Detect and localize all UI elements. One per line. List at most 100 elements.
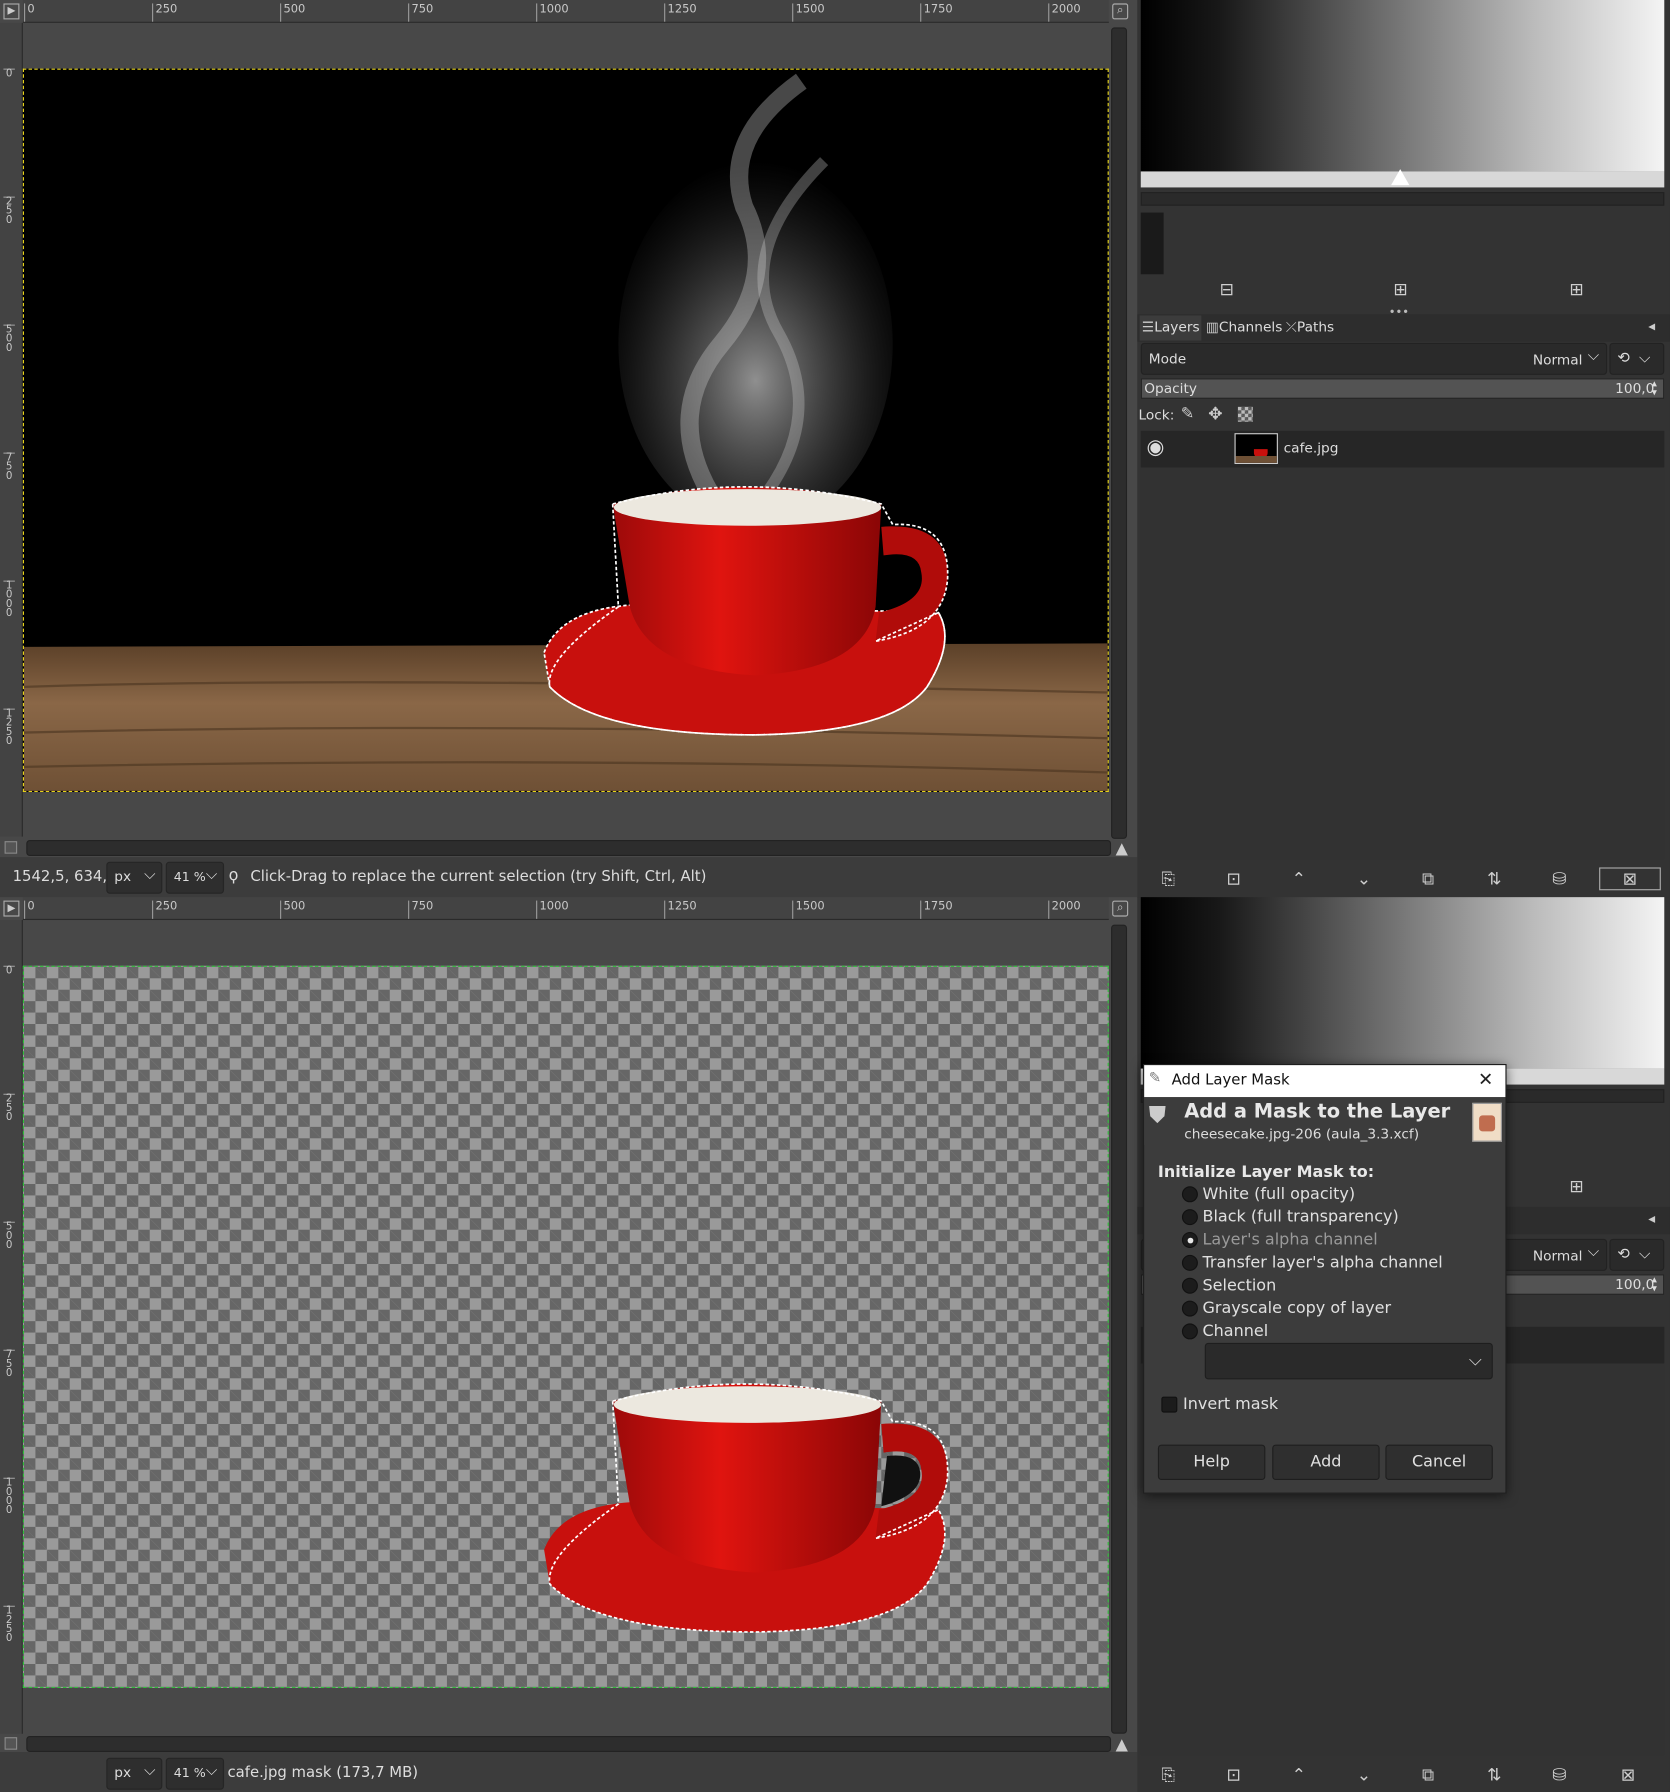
reset-mode-button[interactable]: ⟲ ⌵: [1609, 1238, 1665, 1271]
tab-menu-icon[interactable]: ◂: [1648, 1210, 1655, 1226]
add-layer-mask-dialog: ✎ Add Layer Mask ✕ ⛊ Add a Mask to the L…: [1143, 1064, 1507, 1494]
tab-layers[interactable]: ☰Layers: [1139, 315, 1202, 341]
lower-layer-icon[interactable]: ⌄: [1357, 869, 1371, 890]
horizontal-scrollbar[interactable]: [26, 1736, 1112, 1753]
ruler-label: 750: [408, 900, 433, 919]
zoom-fit-icon[interactable]: ⊞: [1569, 279, 1583, 300]
close-icon[interactable]: ✕: [1478, 1069, 1493, 1091]
image-canvas[interactable]: [22, 68, 1109, 793]
gradient-range-bar[interactable]: [1140, 192, 1665, 206]
tab-channels[interactable]: ▥Channels: [1204, 315, 1282, 340]
layer-row[interactable]: ◉ cafe.jpg: [1140, 430, 1665, 468]
mode-selector[interactable]: Mode Normal ⌵: [1140, 342, 1608, 375]
zoom-selector[interactable]: 41 % ⌵: [165, 861, 225, 894]
lock-row: Lock: ✎ ✥: [1137, 403, 1670, 428]
merge-layer-icon[interactable]: ⇅: [1487, 869, 1501, 890]
radio-black[interactable]: [1181, 1209, 1198, 1226]
raise-layer-icon[interactable]: ⌃: [1292, 869, 1306, 890]
unit-selector[interactable]: px ⌵: [106, 861, 163, 894]
add-button[interactable]: Add: [1272, 1444, 1380, 1481]
bottom-status-bar: px ⌵ 41 % ⌵ cafe.jpg mask (173,7 MB): [0, 1753, 1138, 1792]
radio-layer-alpha[interactable]: [1181, 1232, 1198, 1249]
vertical-scrollbar[interactable]: [1111, 27, 1128, 839]
ruler-label: 0: [3, 68, 15, 79]
dialog-subheading: cheesecake.jpg-206 (aula_3.3.xcf): [1184, 1125, 1420, 1142]
tab-menu-icon[interactable]: ◂: [1648, 318, 1655, 334]
ruler-label: 250: [3, 1093, 15, 1123]
spin-icon[interactable]: ▴ ▾: [1652, 379, 1657, 398]
zoom-in-icon[interactable]: ⊞: [1393, 279, 1407, 300]
opacity-label: Opacity: [1144, 380, 1197, 397]
gradient-stop-handle-icon[interactable]: [1391, 169, 1410, 186]
layers-icon: ☰: [1141, 318, 1155, 335]
add-mask-icon[interactable]: ⛁: [1552, 1765, 1566, 1786]
tab-paths[interactable]: ⤫Paths: [1284, 315, 1343, 340]
lock-pixels-icon[interactable]: ✎: [1181, 405, 1194, 423]
spin-icon[interactable]: ▴ ▾: [1652, 1275, 1657, 1294]
quick-mask-toggle[interactable]: [4, 1737, 18, 1750]
ruler-label: 250: [152, 900, 177, 919]
radio-selection[interactable]: [1181, 1277, 1198, 1294]
unit-selector[interactable]: px ⌵: [106, 1757, 163, 1790]
new-layer-icon[interactable]: ⎘: [1161, 869, 1175, 890]
radio-white[interactable]: [1181, 1186, 1198, 1203]
radio-transfer-alpha[interactable]: [1181, 1254, 1198, 1271]
invert-mask-checkbox[interactable]: [1161, 1396, 1178, 1413]
delete-layer-icon[interactable]: ⊠: [1599, 867, 1661, 891]
chevron-down-icon: ⌵: [1587, 347, 1599, 365]
reset-mode-button[interactable]: ⟲ ⌵: [1609, 342, 1665, 375]
chevron-down-icon: ⌵: [1468, 1349, 1482, 1371]
lock-alpha-icon[interactable]: [1237, 406, 1253, 422]
visibility-eye-icon[interactable]: ◉: [1146, 435, 1164, 459]
vertical-scrollbar[interactable]: [1111, 924, 1128, 1734]
new-layer-icon[interactable]: ⎘: [1161, 1765, 1175, 1786]
help-button[interactable]: Help: [1157, 1444, 1266, 1481]
duplicate-layer-icon[interactable]: ⧉: [1422, 1765, 1434, 1786]
channels-icon: ▥: [1205, 318, 1219, 335]
top-horizontal-ruler: 0 250 500 750 1000 1250 1500 1750 2000: [22, 0, 1109, 23]
zoom-value: 41 %: [173, 1765, 206, 1781]
bottom-image-window: 0 250 500 750 1000 1250 1500 1750 2000 ▶…: [0, 897, 1138, 1754]
zoom-selector[interactable]: 41 % ⌵: [165, 1757, 225, 1790]
raise-layer-icon[interactable]: ⌃: [1292, 1765, 1306, 1786]
top-image-window: 0 250 500 750 1000 1250 1500 1750 2000 ▶…: [0, 0, 1138, 899]
chevron-down-icon: ⌵: [1587, 1243, 1599, 1261]
new-layer-group-icon[interactable]: ⊡: [1226, 869, 1240, 890]
lock-position-icon[interactable]: ✥: [1208, 403, 1222, 424]
top-status-bar: 1542,5, 634,6 px ⌵ 41 % ⌵ ϙ Click-Drag to …: [0, 857, 1138, 899]
radio-grayscale[interactable]: [1181, 1300, 1198, 1317]
navigate-icon[interactable]: ▲: [1116, 1736, 1128, 1754]
new-layer-group-icon[interactable]: ⊡: [1226, 1765, 1240, 1786]
image-thumbnail: [1472, 1102, 1502, 1142]
cutout-cup: [544, 1383, 949, 1633]
channel-dropdown[interactable]: ⌵: [1204, 1342, 1493, 1380]
ruler-label: 500: [3, 324, 15, 354]
tab-paths-label: Paths: [1296, 318, 1335, 335]
horizontal-scrollbar[interactable]: [26, 840, 1112, 857]
ruler-label: 0: [3, 965, 15, 977]
image-canvas-transparent[interactable]: [22, 965, 1109, 1689]
delete-layer-icon[interactable]: ⊠: [1621, 1765, 1635, 1786]
zoom-fit-icon[interactable]: ⊞: [1569, 1176, 1583, 1197]
ruler-label: 250: [3, 196, 15, 226]
gimp-app-icon: ✎: [1148, 1069, 1162, 1087]
radio-layer-alpha-label: Layer's alpha channel: [1202, 1230, 1378, 1250]
merge-layer-icon[interactable]: ⇅: [1487, 1765, 1501, 1786]
zoom-icon[interactable]: ⌕: [1112, 900, 1129, 917]
add-mask-icon[interactable]: ⛁: [1552, 869, 1566, 890]
ruler-label: 500: [3, 1221, 15, 1251]
quick-mask-toggle[interactable]: [4, 841, 18, 854]
lower-layer-icon[interactable]: ⌄: [1357, 1765, 1371, 1786]
duplicate-layer-icon[interactable]: ⧉: [1422, 869, 1434, 890]
cancel-button[interactable]: Cancel: [1385, 1444, 1493, 1481]
ruler-label: 1750: [920, 900, 953, 919]
reset-icon: ⟲: [1617, 1245, 1630, 1263]
zoom-icon[interactable]: ⌕: [1112, 3, 1129, 20]
navigate-icon[interactable]: ▲: [1116, 840, 1128, 858]
opacity-slider[interactable]: Opacity 100,0 ▴ ▾: [1140, 378, 1665, 399]
radio-channel-label: Channel: [1202, 1322, 1269, 1341]
menu-arrow-icon[interactable]: ▶: [3, 3, 20, 20]
zoom-out-icon[interactable]: ⊟: [1220, 279, 1234, 300]
radio-channel[interactable]: [1181, 1323, 1198, 1340]
menu-arrow-icon[interactable]: ▶: [3, 900, 20, 917]
